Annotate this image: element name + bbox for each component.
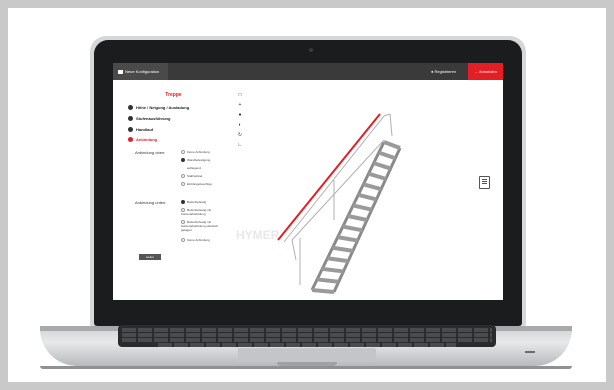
bottom-option-label: Bodenbefestig	[187, 200, 207, 204]
top-connection-label: Anbindung oben:	[135, 150, 166, 155]
register-button[interactable]: ● Registrieren	[431, 63, 456, 80]
radio-icon	[181, 174, 185, 179]
stair-model	[277, 113, 402, 294]
base-edge	[40, 366, 572, 369]
stair-tread	[362, 182, 382, 192]
panel-title: Treppe	[165, 92, 182, 98]
top-option[interactable]: Wandbefestigung	[181, 158, 211, 163]
top-option-label: Wandbefestigung	[187, 158, 211, 162]
step-height-label: Höhe / Neigung / Ausladung	[136, 105, 190, 110]
stair-tread	[337, 235, 358, 243]
step-active-icon	[128, 137, 133, 143]
login-label: Anmelden	[478, 69, 497, 74]
keyboard	[118, 325, 496, 347]
check-icon	[128, 105, 133, 111]
stair-tread	[357, 192, 377, 202]
stair-tread	[352, 203, 373, 212]
stair-tread	[383, 140, 401, 150]
stair-tread	[311, 288, 335, 294]
bottom-option-label: Bodenbefestig mit Kantenabwinklung	[181, 208, 212, 217]
top-option[interactable]: Stahlwinkel	[181, 174, 203, 179]
stair-tread	[342, 224, 363, 233]
handrail-inner	[291, 139, 385, 241]
radio-selected-icon	[181, 158, 185, 163]
bottom-option-label: Bodenbefestig mit Kantenabwinklung elast…	[181, 220, 219, 233]
top-option[interactable]: Einhängebeschlag	[181, 182, 212, 187]
bottom-option[interactable]: Bodenbefestig	[181, 200, 207, 205]
step-handrail-label: Handlauf	[136, 127, 154, 132]
top-option[interactable]: aufliegend	[187, 166, 201, 170]
check-icon	[128, 127, 133, 133]
top-option[interactable]: Keine Anbindung	[181, 150, 210, 155]
handrail-top-cap	[383, 113, 391, 117]
document-icon[interactable]	[479, 176, 490, 189]
stair-tread	[347, 214, 368, 222]
step-connection-label: Anbindung	[136, 137, 158, 142]
top-option-label: Stahlwinkel	[187, 174, 203, 178]
step-handrail[interactable]: Handlauf	[128, 127, 154, 133]
step-connection[interactable]: Anbindung	[128, 137, 158, 143]
stair-tread	[316, 277, 339, 284]
bottom-option[interactable]: Keine Anbindung	[181, 238, 210, 243]
radio-icon	[181, 238, 185, 243]
top-option-label: aufliegend	[187, 166, 201, 170]
key-row	[158, 343, 456, 347]
next-button[interactable]: weiter	[139, 254, 161, 260]
app-screen: Neue Konfiguration ● Registrieren → Anme…	[113, 63, 503, 300]
stair-tread	[368, 171, 387, 181]
step-height[interactable]: Höhe / Neigung / Ausladung	[128, 105, 190, 111]
step-treads-label: Stufenausführung	[136, 116, 171, 121]
top-option-label: Einhängebeschlag	[187, 182, 212, 186]
top-option-label: Keine Anbindung	[187, 150, 210, 154]
new-configuration-label: Neue Konfiguration	[125, 69, 160, 74]
handrail-post	[291, 239, 297, 261]
check-icon	[128, 116, 133, 122]
status-led	[525, 351, 535, 353]
handrail-middle	[283, 115, 385, 243]
key-row	[122, 328, 492, 332]
radio-icon	[181, 182, 185, 187]
stair-tread	[322, 266, 344, 274]
folder-icon	[118, 69, 123, 74]
key-row	[122, 333, 492, 337]
step-treads[interactable]: Stufenausführung	[128, 116, 171, 122]
register-label: Registrieren	[434, 69, 457, 74]
radio-selected-icon	[181, 200, 185, 205]
bottom-option[interactable]: Bodenbefestig mit Kantenabwinklung elast…	[181, 220, 225, 232]
config-panel: Treppe Höhe / Neigung / Ausladung Stufen…	[113, 80, 234, 300]
touchpad	[238, 348, 376, 362]
stair-tread	[327, 256, 349, 264]
stair-viewer[interactable]: □ + ● ◐ ↻ ∟ HYMER	[234, 80, 503, 300]
bottom-option[interactable]: Bodenbefestig mit Kantenabwinklung	[181, 208, 225, 216]
camera-icon	[309, 48, 313, 52]
top-bar: Neue Konfiguration ● Registrieren → Anme…	[113, 63, 503, 80]
key-row	[122, 338, 492, 342]
stair-tread	[332, 245, 354, 253]
stair-tread	[373, 161, 392, 171]
bottom-option-label: Keine Anbindung	[187, 238, 210, 242]
new-configuration-tab[interactable]: Neue Konfiguration	[113, 63, 168, 80]
radio-icon	[181, 150, 185, 155]
handrail-end-post	[389, 113, 393, 137]
stair-tread	[378, 150, 396, 161]
login-button[interactable]: → Anmelden	[468, 63, 503, 80]
bottom-connection-label: Anbindung unten:	[135, 200, 167, 205]
